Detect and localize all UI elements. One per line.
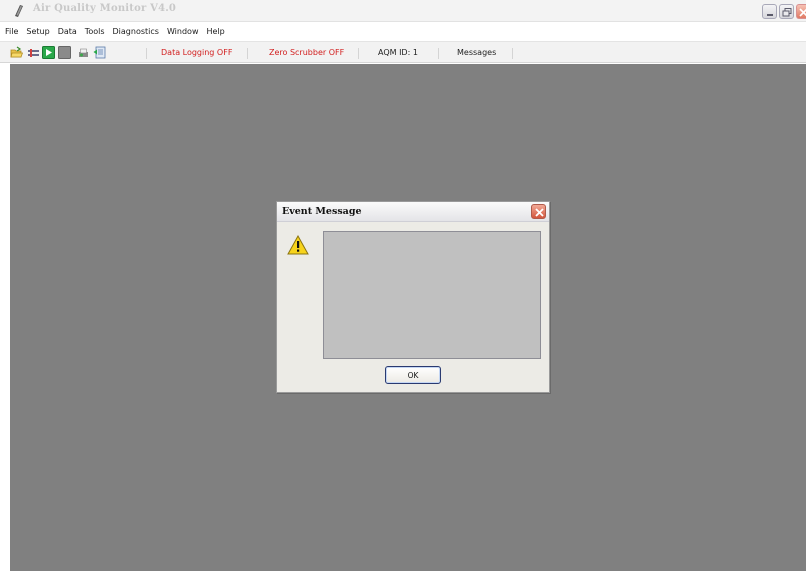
toolbar: Data Logging OFF Zero Scrubber OFF AQM I… [0, 41, 806, 63]
dialog-close-button[interactable] [531, 204, 546, 219]
toolbar-separator [358, 48, 359, 59]
stop-icon[interactable] [58, 46, 71, 59]
menu-help[interactable]: Help [206, 24, 224, 40]
title-bar[interactable]: Air Quality Monitor V4.0 [0, 0, 806, 22]
menu-bar: File Setup Data Tools Diagnostics Window… [0, 24, 806, 40]
menu-window[interactable]: Window [167, 24, 199, 40]
menu-data[interactable]: Data [58, 24, 77, 40]
menu-setup[interactable]: Setup [26, 24, 49, 40]
toolbar-separator [146, 48, 147, 59]
maximize-icon [782, 8, 792, 17]
minimize-icon [767, 14, 773, 16]
dialog-title: Event Message [282, 206, 362, 217]
dialog-title-bar[interactable]: Event Message [277, 202, 549, 222]
close-icon [799, 8, 806, 17]
aqm-id-status: AQM ID: 1 [378, 48, 418, 57]
ok-button[interactable]: OK [385, 366, 441, 384]
export-icon[interactable] [93, 46, 106, 59]
minimize-button[interactable] [762, 4, 777, 19]
start-icon[interactable] [42, 46, 55, 59]
zero-scrubber-status: Zero Scrubber OFF [269, 48, 345, 57]
messages-status[interactable]: Messages [457, 48, 496, 58]
print-icon[interactable] [77, 46, 90, 59]
connect-icon[interactable] [27, 46, 40, 59]
window-title: Air Quality Monitor V4.0 [33, 3, 177, 14]
toolbar-separator [438, 48, 439, 59]
close-icon [535, 208, 544, 217]
app-icon [15, 5, 23, 17]
open-folder-icon[interactable] [10, 46, 23, 59]
warning-icon [287, 235, 309, 255]
event-message-dialog: Event Message OK [276, 201, 550, 393]
data-logging-status: Data Logging OFF [161, 48, 233, 57]
toolbar-separator [512, 48, 513, 59]
toolbar-separator [247, 48, 248, 59]
close-button[interactable] [796, 4, 806, 19]
menu-diagnostics[interactable]: Diagnostics [113, 24, 159, 40]
menu-file[interactable]: File [5, 24, 18, 40]
event-message-text [323, 231, 541, 359]
menu-tools[interactable]: Tools [85, 24, 105, 40]
maximize-button[interactable] [779, 4, 794, 19]
